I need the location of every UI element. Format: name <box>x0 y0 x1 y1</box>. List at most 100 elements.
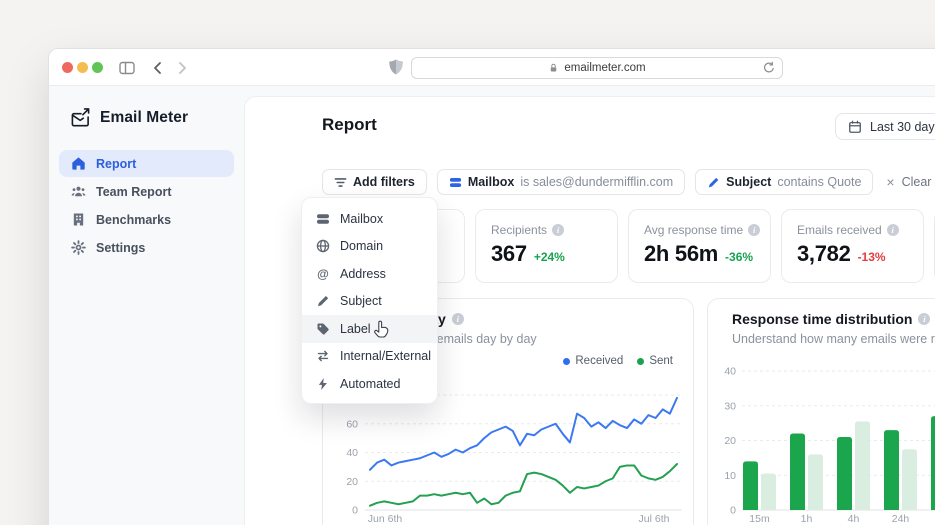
filter-bar: Add filters Mailbox is sales@dundermiffl… <box>322 169 935 195</box>
emails-line-chart[interactable]: 020406080Jun 6thJul 6th <box>337 387 687 525</box>
globe-icon <box>316 240 330 253</box>
clear-filters-button[interactable]: × Clear filters <box>883 175 935 189</box>
svg-text:10: 10 <box>724 470 736 482</box>
url-text: emailmeter.com <box>564 62 646 74</box>
sidebar-toggle-icon[interactable] <box>118 59 136 77</box>
app-sidebar: Email Meter Report Team Report Benchmark… <box>49 86 244 525</box>
menu-item-automated[interactable]: Automated <box>302 370 437 398</box>
stat-card-avg-response-time: Avg response time i 2h 56m -36% <box>628 209 771 283</box>
forward-button[interactable] <box>173 59 191 77</box>
mailbox-icon <box>317 213 329 224</box>
building-icon <box>71 212 86 227</box>
app-logo-text: Email Meter <box>100 109 189 126</box>
svg-text:60: 60 <box>346 418 358 430</box>
legend-sent[interactable]: Sent <box>637 355 673 367</box>
stat-value: 3,782 <box>797 241 851 266</box>
stat-value: 2h 56m <box>644 241 719 266</box>
response-time-bar-chart[interactable]: 01020304015m1h4h24h+24h <box>722 363 935 525</box>
filter-condition: is sales@dundermifflin.com <box>520 175 674 189</box>
sidebar-item-label: Team Report <box>96 184 172 199</box>
lock-icon <box>551 63 557 72</box>
stat-label: Recipients <box>491 223 548 237</box>
svg-text:4h: 4h <box>848 513 860 525</box>
stat-card-recipients: Recipients i 367 +24% <box>475 209 618 283</box>
pencil-icon <box>318 296 329 307</box>
chart-legend: Received Sent <box>563 355 673 367</box>
stat-label: Avg response time <box>644 223 744 237</box>
menu-item-mailbox[interactable]: Mailbox <box>302 205 437 233</box>
app-logo[interactable]: Email Meter <box>49 86 244 128</box>
chart-subtitle: Understand how many emails were replied … <box>732 332 935 346</box>
svg-text:Jun 6th: Jun 6th <box>368 513 403 525</box>
add-filters-menu: Mailbox Domain @ Address Subject Label I… <box>301 197 438 404</box>
sidebar-item-team-report[interactable]: Team Report <box>59 178 234 205</box>
swap-arrows-icon <box>317 350 329 362</box>
sidebar-item-settings[interactable]: Settings <box>59 234 234 261</box>
menu-item-address[interactable]: @ Address <box>302 260 437 288</box>
svg-text:15m: 15m <box>749 513 770 525</box>
browser-titlebar: emailmeter.com <box>49 49 935 86</box>
svg-text:1h: 1h <box>801 513 813 525</box>
sidebar-item-label: Benchmarks <box>96 212 172 227</box>
reload-icon[interactable] <box>762 61 776 75</box>
close-icon: × <box>886 174 895 190</box>
home-icon <box>71 156 86 171</box>
sidebar-item-benchmarks[interactable]: Benchmarks <box>59 206 234 233</box>
svg-text:40: 40 <box>346 447 358 459</box>
sidebar-item-report[interactable]: Report <box>59 150 234 177</box>
svg-text:Jul 6th: Jul 6th <box>639 513 670 525</box>
svg-text:24h: 24h <box>892 513 910 525</box>
address-bar[interactable]: emailmeter.com <box>411 57 783 79</box>
hand-cursor-icon <box>374 320 389 338</box>
add-filters-label: Add filters <box>353 175 415 189</box>
sidebar-item-label: Settings <box>96 240 146 255</box>
clear-filters-label: Clear filters <box>901 175 935 189</box>
close-window-button[interactable] <box>62 62 73 73</box>
svg-text:40: 40 <box>724 366 736 378</box>
stat-delta: -36% <box>725 250 754 264</box>
stat-label: Emails received <box>797 223 882 237</box>
at-icon: @ <box>317 266 329 281</box>
screenshot-stage: emailmeter.com Email Meter Report Team R… <box>0 0 935 525</box>
stat-card-emails-received: Emails received i 3,782 -13% <box>781 209 924 283</box>
menu-item-internal-external[interactable]: Internal/External <box>302 343 437 371</box>
add-filters-button[interactable]: Add filters <box>322 169 427 195</box>
bolt-icon <box>318 377 327 390</box>
stat-delta: +24% <box>533 250 565 264</box>
info-icon[interactable]: i <box>552 224 565 236</box>
legend-received[interactable]: Received <box>563 355 623 367</box>
minimize-window-button[interactable] <box>77 62 88 73</box>
svg-text:20: 20 <box>724 435 736 447</box>
sidebar-nav: Report Team Report Benchmarks Settings <box>49 150 244 261</box>
filter-condition: contains Quote <box>777 175 862 189</box>
info-icon[interactable]: i <box>918 313 931 325</box>
filter-field: Subject <box>726 175 772 189</box>
filter-field: Mailbox <box>467 175 515 189</box>
tag-icon <box>317 323 329 335</box>
email-meter-logo-icon <box>71 108 90 127</box>
info-icon[interactable]: i <box>451 313 464 325</box>
svg-text:20: 20 <box>346 476 358 488</box>
svg-text:30: 30 <box>724 400 736 412</box>
filter-chip-mailbox[interactable]: Mailbox is sales@dundermifflin.com <box>436 169 686 195</box>
menu-item-label[interactable]: Label <box>302 315 437 343</box>
filter-chip-subject[interactable]: Subject contains Quote <box>695 169 874 195</box>
team-icon <box>71 184 86 199</box>
date-range-button[interactable]: Last 30 days <box>835 113 935 140</box>
sidebar-item-label: Report <box>96 156 137 171</box>
sent-dot-icon <box>637 357 645 365</box>
gear-icon <box>71 240 86 255</box>
page-title: Report <box>322 115 377 134</box>
back-button[interactable] <box>149 59 167 77</box>
info-icon[interactable]: i <box>886 224 899 236</box>
svg-text:0: 0 <box>352 505 358 517</box>
menu-item-domain[interactable]: Domain <box>302 233 437 261</box>
received-dot-icon <box>563 357 571 365</box>
svg-text:0: 0 <box>730 505 736 517</box>
privacy-shield-icon[interactable] <box>387 58 405 76</box>
zoom-window-button[interactable] <box>92 62 103 73</box>
menu-item-subject[interactable]: Subject <box>302 288 437 316</box>
stat-value: 367 <box>491 241 527 266</box>
filter-icon <box>334 177 347 187</box>
info-icon[interactable]: i <box>748 224 761 236</box>
